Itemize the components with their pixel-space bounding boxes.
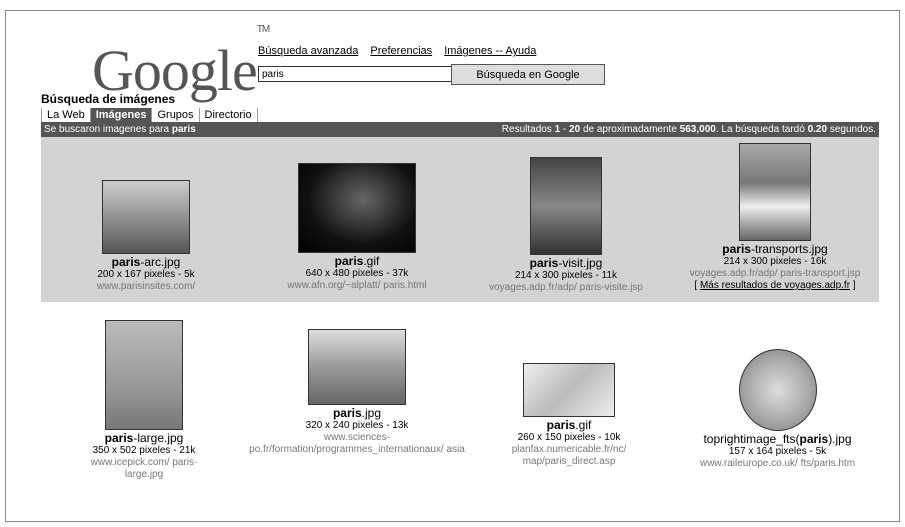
top-links: Búsqueda avanzada Preferencias Imágenes … — [258, 45, 545, 57]
result-size: 157 x 164 pixeles - 5k — [728, 446, 827, 457]
result-thumbnail[interactable] — [738, 349, 817, 431]
result-size: 214 x 300 pixeles - 11k — [514, 270, 618, 281]
results-took: . La búsqueda tardó — [715, 124, 808, 135]
more-results-link[interactable]: Más resultados de voyages.adp.fr — [700, 280, 850, 291]
page-subtitle: Búsqueda de imágenes — [41, 92, 176, 106]
result-thumbnail[interactable] — [530, 157, 602, 255]
result-filename[interactable]: paris-large.jpg — [84, 431, 204, 445]
results-count: Resultados 1 - 20 de aproximadamente 563… — [502, 122, 876, 137]
result-url: voyages.adp.fr/adp/ paris-visite.jsp — [489, 282, 643, 293]
advanced-search-link[interactable]: Búsqueda avanzada — [258, 45, 358, 57]
result-item: paris.gif 260 x 150 pixeles - 10k planfa… — [499, 363, 639, 468]
result-size: 350 x 502 pixeles - 21k — [92, 445, 196, 456]
result-url: www.parisinsites.com/ — [96, 281, 196, 292]
result-url: www.afn.org/~alplatt/ paris.html — [287, 280, 427, 291]
results-seconds: segundos. — [827, 124, 876, 135]
result-filename[interactable]: paris.jpg — [247, 406, 467, 420]
results-to: 20 — [569, 124, 581, 135]
preferences-link[interactable]: Preferencias — [370, 45, 432, 57]
tab-groups[interactable]: Grupos — [152, 108, 200, 122]
result-thumbnail[interactable] — [298, 163, 416, 253]
result-url: planfax.numericable.fr/nc/ map/paris_dir… — [511, 444, 627, 467]
images-help-link[interactable]: Imágenes -- Ayuda — [444, 45, 536, 57]
result-thumbnail[interactable] — [523, 363, 615, 417]
tab-images[interactable]: Imágenes — [90, 108, 153, 122]
result-filename[interactable]: paris.gif — [499, 418, 639, 432]
results-of: de aproximadamente — [580, 124, 680, 135]
query-summary: Se buscaron imagenes para paris — [44, 122, 196, 137]
result-filename[interactable]: toprightimage_fts(paris).jpg — [675, 432, 880, 446]
results-dash: - — [560, 124, 570, 135]
result-thumbnail[interactable] — [308, 329, 406, 405]
result-url: www.icepick.com/ paris-large.jpg — [90, 457, 198, 480]
search-button[interactable]: Búsqueda en Google — [451, 64, 605, 85]
more-results: [ Más resultados de voyages.adp.fr ] — [694, 280, 856, 291]
tab-directory[interactable]: Directorio — [200, 108, 258, 122]
result-url: voyages.adp.fr/adp/ paris-transport.jsp — [689, 268, 861, 279]
result-item: toprightimage_fts(paris).jpg 157 x 164 p… — [675, 349, 880, 470]
search-tabs: La Web Imágenes Grupos Directorio — [41, 108, 258, 122]
results-total: 563,000 — [679, 124, 716, 135]
result-url: www.raileurope.co.uk/ fts/paris.htm — [699, 458, 856, 469]
result-filename[interactable]: paris-transports.jpg — [675, 242, 875, 256]
result-thumbnail[interactable] — [105, 320, 183, 430]
results-label: Resultados — [501, 124, 555, 135]
result-size: 214 x 300 pixeles - 16k — [723, 256, 827, 267]
result-thumbnail[interactable] — [739, 143, 811, 241]
trademark-mark: TM — [256, 23, 270, 35]
result-thumbnail[interactable] — [102, 180, 190, 254]
result-item: paris-transports.jpg 214 x 300 pixeles -… — [675, 143, 875, 292]
result-size: 320 x 240 pixeles - 13k — [305, 420, 409, 431]
result-filename[interactable]: paris-visit.jpg — [476, 256, 656, 270]
result-item: paris.jpg 320 x 240 pixeles - 13k www.sc… — [247, 329, 467, 456]
result-filename[interactable]: paris-arc.jpg — [71, 255, 221, 269]
result-item: paris-arc.jpg 200 x 167 pixeles - 5k www… — [71, 180, 221, 293]
search-input[interactable] — [258, 66, 453, 82]
result-item: paris.gif 640 x 480 pixeles - 37k www.af… — [267, 163, 447, 292]
result-filename[interactable]: paris.gif — [267, 254, 447, 268]
result-item: paris-large.jpg 350 x 502 pixeles - 21k … — [84, 320, 204, 481]
result-url: www.sciences-po.fr/formation/programmes_… — [249, 432, 465, 455]
results-time: 0.20 — [807, 124, 828, 135]
results-bar: Se buscaron imagenes para paris Resultad… — [41, 122, 879, 137]
query-term: paris — [171, 124, 196, 135]
result-size: 640 x 480 pixeles - 37k — [305, 268, 409, 279]
tab-web[interactable]: La Web — [41, 108, 91, 122]
result-item: paris-visit.jpg 214 x 300 pixeles - 11k … — [476, 157, 656, 294]
result-size: 260 x 150 pixeles - 10k — [517, 432, 621, 443]
query-prefix: Se buscaron imagenes para — [44, 124, 172, 135]
result-size: 200 x 167 pixeles - 5k — [97, 269, 195, 280]
